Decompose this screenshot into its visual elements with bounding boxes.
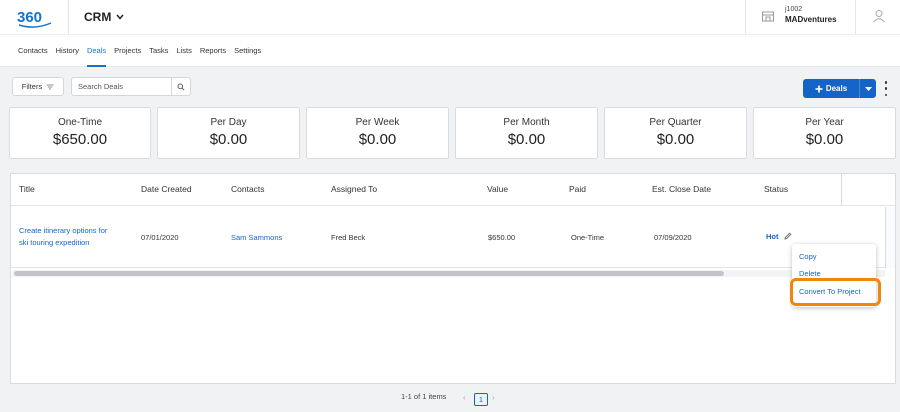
summary-card-one-time: One-Time $650.00: [9, 107, 151, 159]
nav-item-settings[interactable]: Settings: [234, 46, 261, 55]
summary-card-per-year: Per Year $0.00: [753, 107, 896, 159]
nav-item-lists[interactable]: Lists: [176, 46, 191, 55]
close-date-cell: 07/09/2020: [654, 233, 692, 242]
app-name: CRM: [84, 10, 112, 24]
deals-table: Title Date Created Contacts Assigned To …: [10, 173, 896, 384]
nav-item-history[interactable]: History: [56, 46, 79, 55]
contact-link[interactable]: Sam Sammons: [231, 233, 282, 242]
deal-title-line: Create itinerary options for: [19, 226, 108, 235]
table-header: Title Date Created Contacts Assigned To …: [11, 174, 895, 206]
filters-button[interactable]: Filters: [12, 77, 64, 96]
column-header-date-created[interactable]: Date Created: [141, 184, 192, 194]
divider: [855, 0, 856, 34]
summary-value: $0.00: [209, 131, 248, 148]
account-id: j1002: [785, 6, 803, 13]
column-header-value[interactable]: Value: [487, 184, 508, 194]
edit-pencil-icon[interactable]: [784, 232, 792, 240]
search-icon: [177, 83, 185, 91]
column-header-title[interactable]: Title: [19, 184, 35, 194]
search-box: [71, 77, 191, 96]
column-header-paid[interactable]: Paid: [569, 184, 586, 194]
caret-down-icon: [864, 86, 872, 91]
search-input[interactable]: [72, 78, 171, 95]
divider: [68, 0, 69, 34]
summary-label: Per Month: [503, 117, 550, 128]
nav-item-reports[interactable]: Reports: [200, 46, 226, 55]
deal-title-link[interactable]: Create itinerary options for ski touring…: [19, 225, 107, 249]
summary-card-per-week: Per Week $0.00: [306, 107, 449, 159]
horizontal-scrollbar[interactable]: [12, 270, 885, 277]
summary-value: $0.00: [656, 131, 695, 148]
company-logo[interactable]: 360: [16, 6, 54, 28]
summary-label: Per Year: [805, 117, 844, 128]
logo-text: 360: [17, 9, 42, 26]
column-header-close-date[interactable]: Est. Close Date: [652, 184, 711, 194]
summary-label: Per Week: [355, 117, 400, 128]
column-divider: [841, 174, 842, 206]
app-switcher[interactable]: CRM: [84, 10, 124, 24]
value-cell: $650.00: [488, 233, 516, 242]
top-bar: 360 CRM j1002 MADventures: [0, 0, 900, 34]
filters-label: Filters: [21, 82, 43, 91]
previous-page-icon[interactable]: ‹: [463, 393, 466, 402]
assigned-to-cell: Fred Beck: [331, 233, 366, 242]
scrollbar-thumb[interactable]: [14, 271, 724, 276]
summary-value: $0.00: [507, 131, 546, 148]
column-header-contacts[interactable]: Contacts: [231, 184, 265, 194]
next-page-icon[interactable]: ›: [492, 393, 495, 402]
search-button[interactable]: [171, 78, 190, 95]
summary-label: One-Time: [57, 117, 103, 128]
add-deals-button[interactable]: Deals: [803, 79, 859, 98]
highlight-outline: [790, 278, 881, 306]
column-header-status[interactable]: Status: [764, 184, 788, 194]
chevron-down-icon: [116, 14, 124, 20]
more-options-icon[interactable]: [883, 81, 889, 96]
summary-label: Per Quarter: [649, 117, 702, 128]
main-nav: Contacts History Deals Projects Tasks Li…: [0, 34, 900, 67]
building-icon: [762, 11, 774, 22]
add-deals-dropdown-button[interactable]: [859, 79, 876, 98]
summary-value: $0.00: [358, 131, 397, 148]
summary-value: $650.00: [52, 131, 108, 148]
nav-item-projects[interactable]: Projects: [114, 46, 141, 55]
summary-label: Per Day: [210, 117, 247, 128]
menu-item-delete[interactable]: Delete: [799, 269, 821, 278]
table-row[interactable]: Create itinerary options for ski touring…: [11, 207, 885, 268]
deal-title-line: ski touring expedition: [19, 238, 90, 247]
summary-card-per-month: Per Month $0.00: [455, 107, 598, 159]
actions-column: [885, 207, 895, 268]
paid-cell: One-Time: [571, 233, 605, 242]
status-value[interactable]: Hot: [766, 232, 779, 241]
column-header-assigned-to[interactable]: Assigned To: [331, 184, 377, 194]
summary-card-per-day: Per Day $0.00: [157, 107, 300, 159]
filter-icon: [46, 84, 54, 89]
summary-card-per-quarter: Per Quarter $0.00: [604, 107, 747, 159]
divider: [745, 0, 746, 34]
nav-item-deals[interactable]: Deals: [86, 46, 107, 67]
nav-item-tasks[interactable]: Tasks: [149, 46, 168, 55]
account-name[interactable]: MADventures: [785, 15, 837, 24]
user-avatar-icon[interactable]: [872, 9, 886, 23]
menu-item-copy[interactable]: Copy: [799, 252, 817, 261]
plus-icon: [815, 85, 823, 92]
pagination-summary: 1-1 of 1 items: [401, 392, 447, 401]
add-deals-label: Deals: [825, 84, 848, 93]
current-page-button[interactable]: 1: [474, 393, 488, 406]
nav-item-contacts[interactable]: Contacts: [18, 46, 48, 55]
summary-value: $0.00: [805, 131, 844, 148]
date-created-cell: 07/01/2020: [141, 233, 179, 242]
